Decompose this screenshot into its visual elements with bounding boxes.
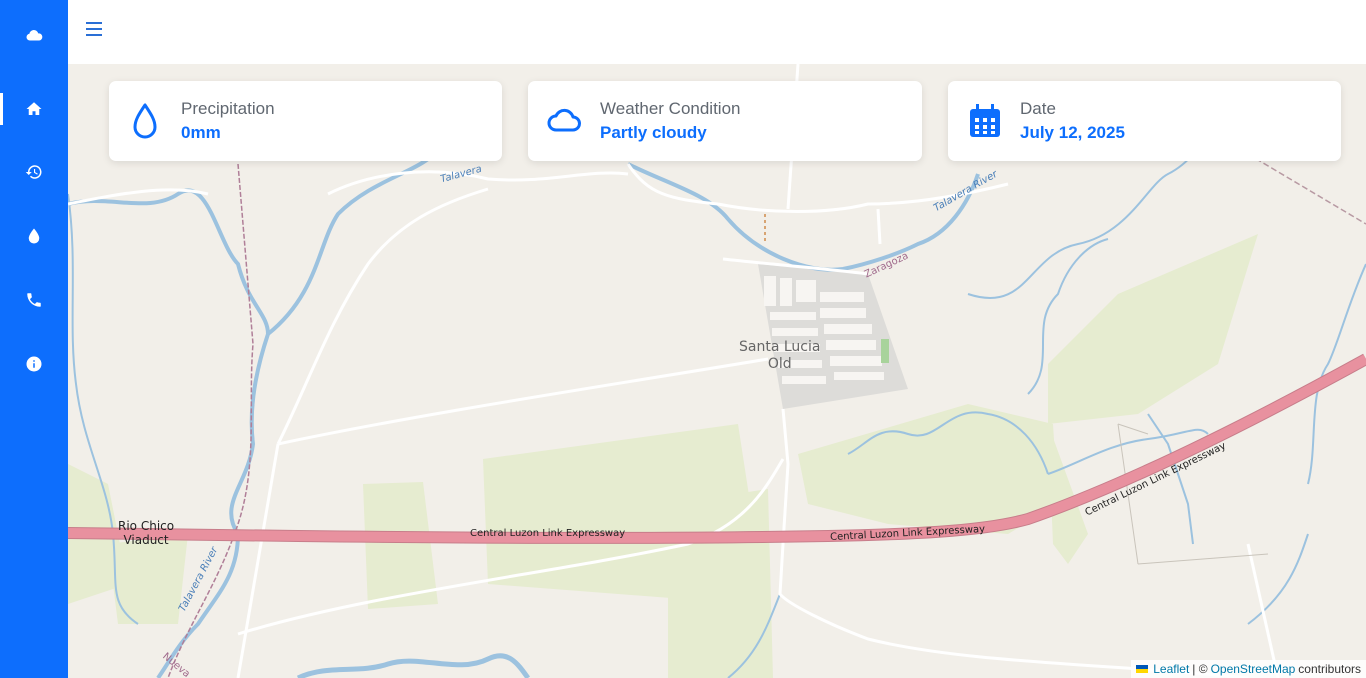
top-bar [68,0,1366,64]
cloud-icon[interactable] [0,16,68,56]
expressway-label: Central Luzon Link Expressway [470,528,626,539]
phone-icon[interactable] [0,280,68,320]
precipitation-value: 0mm [181,123,221,142]
ukraine-flag-icon [1136,665,1149,673]
calendar-icon [966,101,1002,141]
weather-condition-label: Weather Condition [600,99,741,118]
date-card: Date July 12, 2025 [948,81,1341,161]
weather-condition-card: Weather Condition Partly cloudy [528,81,922,161]
viaduct-label: Rio Chico Viaduct [118,519,175,547]
precipitation-label: Precipitation [181,99,275,118]
water-drop-icon[interactable] [0,216,68,256]
date-label: Date [1020,99,1056,118]
town-label: Santa Lucia Old [739,339,821,372]
menu-toggle-button[interactable] [86,18,106,40]
history-icon[interactable] [0,152,68,192]
map-attribution: Leaflet | © OpenStreetMap contributors [1131,660,1366,678]
info-icon[interactable] [0,344,68,384]
home-icon[interactable] [0,89,68,129]
weather-condition-value: Partly cloudy [600,123,707,142]
precipitation-card: Precipitation 0mm [109,81,502,161]
leaflet-link[interactable]: Leaflet [1153,662,1189,676]
date-value: July 12, 2025 [1020,123,1125,142]
water-drop-icon [127,101,163,141]
cloud-icon [546,101,582,141]
openstreetmap-link[interactable]: OpenStreetMap [1211,662,1296,676]
menu-icon [86,22,102,24]
sidebar [0,0,68,678]
